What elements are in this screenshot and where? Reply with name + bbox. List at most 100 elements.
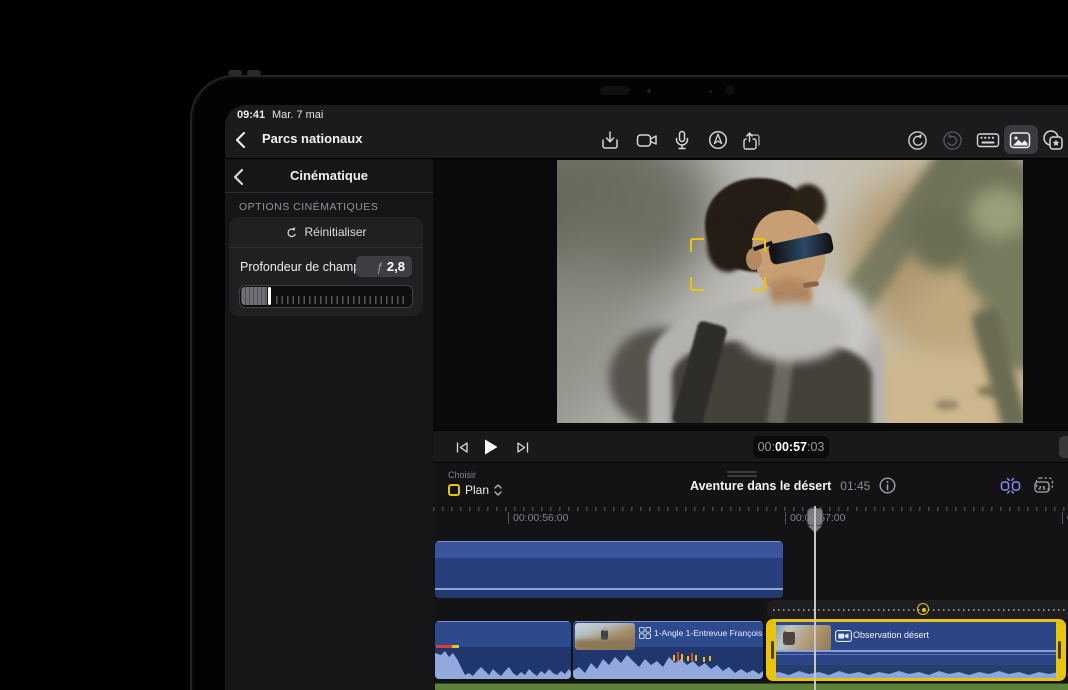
volume-down-button xyxy=(247,70,261,76)
cinematic-options-header: OPTIONS CINÉMATIQUES xyxy=(239,201,378,213)
focus-bracket-corner xyxy=(690,238,704,252)
cinematic-badge-icon xyxy=(835,630,852,642)
record-camera-icon[interactable] xyxy=(634,127,660,153)
trim-handle-right[interactable] xyxy=(1056,622,1063,678)
titles-icon[interactable] xyxy=(705,127,731,153)
undo-icon[interactable] xyxy=(904,127,930,153)
multicam-icon xyxy=(639,627,651,639)
reset-button[interactable]: Réinitialiser xyxy=(229,217,423,247)
clip-picker-value: Plan xyxy=(465,483,489,497)
shrub xyxy=(935,400,959,410)
viewer-area xyxy=(433,159,1068,430)
timeline-area: Choisir Plan Aventure dans le désert 01:… xyxy=(433,462,1068,690)
panel-title: Cinématique xyxy=(225,168,433,183)
jog-wheel-icon[interactable] xyxy=(1032,473,1056,497)
timecode-frames: :03 xyxy=(807,440,824,454)
clip-thumbnail xyxy=(575,623,635,650)
effects-library-icon[interactable] xyxy=(1040,127,1066,153)
focus-bracket-corner xyxy=(752,238,766,252)
storyline-clip[interactable] xyxy=(435,621,571,679)
timeline-ruler[interactable] xyxy=(433,507,1068,511)
playhead-line[interactable] xyxy=(814,506,816,690)
slider-fill xyxy=(241,287,267,305)
panel-divider xyxy=(225,192,433,193)
trim-slot xyxy=(1058,641,1061,659)
multicam-clip[interactable]: 1-Angle 1-Entrevue François xyxy=(573,621,763,679)
reset-icon xyxy=(285,226,298,239)
back-chevron-icon[interactable] xyxy=(235,131,253,151)
status-date: Mar. 7 mai xyxy=(272,109,323,121)
aperture-symbol: ƒ xyxy=(376,260,383,274)
clip-connections-icon[interactable] xyxy=(998,473,1022,497)
card-divider xyxy=(229,247,423,248)
timecode-hours: 00: xyxy=(758,440,775,454)
trim-slot xyxy=(771,641,774,659)
clip-thumbnail xyxy=(773,625,831,651)
redo-icon[interactable] xyxy=(939,127,965,153)
depth-of-field-slider[interactable] xyxy=(239,285,413,308)
app-screen: 09:41 Mar. 7 mai Parcs nationaux xyxy=(225,105,1068,690)
project-nav-title: Parcs nationaux xyxy=(262,131,362,146)
project-duration: 01:45 xyxy=(840,479,870,493)
microphone-icon[interactable] xyxy=(669,127,695,153)
timecode-main: 00:57 xyxy=(775,440,807,454)
joshua-tree-highlight xyxy=(969,188,1023,238)
previous-frame-icon[interactable] xyxy=(452,439,472,455)
trim-handle-left[interactable] xyxy=(769,622,776,678)
plan-swatch-icon xyxy=(448,484,460,496)
project-info: Aventure dans le désert 01:45 xyxy=(690,477,896,494)
cinematic-inspector-panel: Cinématique OPTIONS CINÉMATIQUES Réiniti… xyxy=(225,159,433,690)
joshua-tree-cluster xyxy=(907,200,977,270)
loudness-peaks xyxy=(673,652,711,662)
media-browser-icon[interactable] xyxy=(1007,127,1033,153)
timecode-display[interactable]: 00:00:57:03 xyxy=(753,436,829,458)
slider-handle[interactable] xyxy=(268,287,271,305)
depth-of-field-label: Profondeur de champ xyxy=(240,260,360,274)
ruler-tick-label: 00:00:58:00 xyxy=(1062,512,1068,524)
audio-waveform xyxy=(573,649,763,679)
clip-label: 1-Angle 1-Entrevue François xyxy=(654,628,762,638)
play-icon[interactable] xyxy=(481,439,501,455)
top-toolbar: 09:41 Mar. 7 mai Parcs nationaux xyxy=(225,105,1068,158)
thumb-hat xyxy=(785,627,794,632)
focus-bracket-corner xyxy=(752,277,766,291)
focus-bracket-corner xyxy=(690,277,704,291)
reset-label: Réinitialiser xyxy=(304,225,366,239)
share-icon[interactable] xyxy=(740,127,766,153)
front-camera xyxy=(725,85,735,95)
ipad-screenshot: 09:41 Mar. 7 mai Parcs nationaux xyxy=(0,0,1068,690)
info-icon[interactable] xyxy=(879,477,896,494)
keyframe-dot-center xyxy=(922,608,926,612)
slider-ticks xyxy=(276,296,408,304)
viewer-video[interactable] xyxy=(557,160,1023,423)
keyframe-lane[interactable] xyxy=(767,600,1068,619)
aperture-value: 2,8 xyxy=(387,259,405,274)
clip-type-picker[interactable]: Plan xyxy=(448,483,502,497)
focus-brackets xyxy=(690,238,766,291)
clip-label: Observation désert xyxy=(853,630,929,640)
keyboard-icon[interactable] xyxy=(975,127,1001,153)
front-sensor xyxy=(600,86,630,95)
front-camera-glint xyxy=(647,89,651,93)
import-icon[interactable] xyxy=(597,127,623,153)
aperture-value-field[interactable]: ƒ 2,8 xyxy=(356,256,412,277)
volume-up-button xyxy=(228,70,242,76)
hood-collar xyxy=(737,302,847,362)
ruler-tick-label: 00:00:56:00 xyxy=(508,512,568,524)
thumb-figure-head xyxy=(603,627,607,631)
connected-clip[interactable] xyxy=(435,541,783,598)
next-frame-icon[interactable] xyxy=(513,439,533,455)
status-time: 09:41 xyxy=(237,109,265,121)
clip-picker-caption: Choisir xyxy=(448,470,476,480)
selected-clip[interactable]: Observation désert xyxy=(766,619,1066,681)
select-chevrons-icon xyxy=(494,483,502,497)
transport-bar: 00:00:57:03 xyxy=(433,430,1068,462)
music-clip-bar[interactable] xyxy=(435,683,1068,690)
audio-waveform xyxy=(435,647,571,679)
cinematic-options-card: Réinitialiser Profondeur de champ ƒ 2,8 xyxy=(229,217,423,316)
thumb-figure xyxy=(783,631,795,645)
thumb-figure xyxy=(601,630,608,640)
ambient-sensor xyxy=(709,90,712,93)
viewer-options-button-partial[interactable] xyxy=(1059,436,1068,458)
project-title: Aventure dans le désert xyxy=(690,479,831,493)
